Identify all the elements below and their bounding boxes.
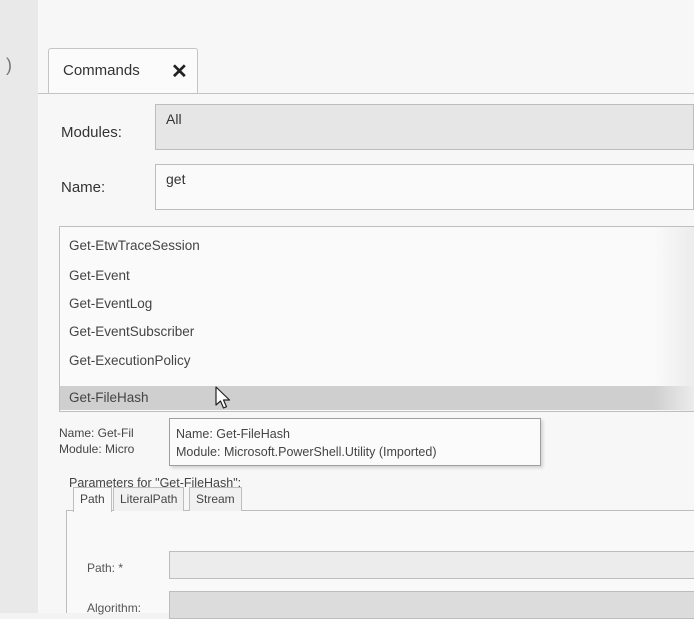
list-edge-shade <box>654 227 694 411</box>
commands-panel: Commands ✕ Modules: All Name: get Get-Et… <box>38 0 694 619</box>
tab-commands-label: Commands <box>63 62 140 79</box>
name-input-value: get <box>166 171 186 187</box>
modules-value: All <box>166 111 182 127</box>
tab-literalpath[interactable]: LiteralPath <box>113 487 185 511</box>
list-item[interactable]: Get-ExecutionPolicy <box>60 350 694 372</box>
command-list[interactable]: Get-EtwTraceSession Get-Event Get-EventL… <box>59 226 694 412</box>
command-details: Name: Get-Fil Module: Micro <box>59 425 134 457</box>
path-input[interactable] <box>169 551 694 579</box>
modules-label: Modules: <box>61 124 122 141</box>
tab-commands[interactable]: Commands ✕ <box>48 48 198 94</box>
tab-path[interactable]: Path <box>73 487 112 512</box>
panel-separator: ) <box>6 55 12 75</box>
path-label: Path: * <box>87 561 124 575</box>
tooltip-name: Name: Get-FileHash <box>176 427 290 441</box>
algorithm-dropdown[interactable] <box>169 591 694 619</box>
command-tooltip: Name: Get-FileHash Module: Microsoft.Pow… <box>169 418 541 466</box>
name-input[interactable]: get <box>155 164 694 210</box>
tooltip-module: Module: Microsoft.PowerShell.Utility (Im… <box>176 445 437 459</box>
list-item-selected[interactable]: Get-FileHash <box>60 386 694 410</box>
list-item[interactable]: Get-Event <box>60 265 694 287</box>
list-item[interactable]: Get-EtwTraceSession <box>60 235 694 257</box>
modules-dropdown[interactable]: All <box>155 104 694 150</box>
mouse-pointer-icon <box>215 386 231 409</box>
name-label: Name: <box>61 179 106 196</box>
close-icon[interactable]: ✕ <box>171 59 188 84</box>
details-module: Module: Micro <box>59 442 135 456</box>
tab-stream[interactable]: Stream <box>189 487 242 511</box>
tab-strip-divider <box>38 93 694 94</box>
details-name: Name: Get-Fil <box>59 426 134 440</box>
parameters-panel: Path LiteralPath Stream Path: * Algorith… <box>66 487 694 619</box>
list-item[interactable]: Get-EventSubscriber <box>60 321 694 343</box>
left-panel-edge: ) <box>0 0 39 613</box>
list-item[interactable]: Get-EventLog <box>60 293 694 315</box>
